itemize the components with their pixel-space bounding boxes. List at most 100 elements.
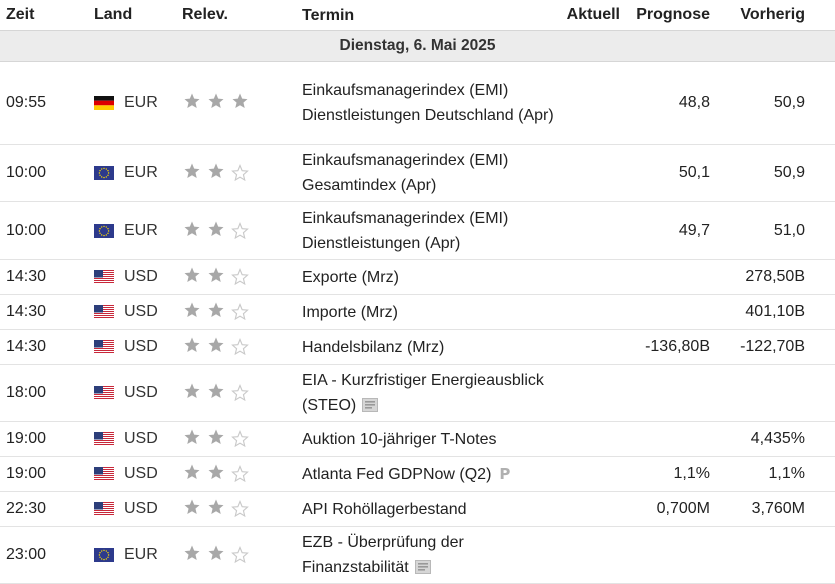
header-previous[interactable]: Vorherig [710, 6, 823, 24]
table-row[interactable]: 22:30 USD API Rohöllagerbestand 0,700M 3,760… [0, 492, 835, 527]
star-filled-icon [180, 463, 204, 485]
star-filled-icon [204, 220, 228, 242]
event-country: USD [90, 500, 180, 518]
event-name[interactable]: Handelsbilanz (Mrz) [300, 335, 555, 360]
event-country: EUR [90, 546, 180, 564]
us-flag-icon [94, 502, 114, 516]
star-filled-icon [204, 382, 228, 404]
table-row[interactable]: 09:55 EUR Einkaufsmanagerindex (EMI) Diens… [0, 62, 835, 145]
document-icon [362, 395, 379, 412]
table-row[interactable]: 19:00 USD Auktion 10-jähriger T-Notes 4,435… [0, 422, 835, 457]
event-time: 10:00 [6, 221, 47, 239]
event-currency: USD [124, 303, 158, 320]
event-currency: USD [124, 500, 158, 517]
relevance-rating [180, 498, 300, 520]
table-row[interactable]: 14:30 USD Exporte (Mrz) 278,50B [0, 260, 835, 295]
event-name[interactable]: EZB - Überprüfung der Finanzstabilität [300, 530, 555, 580]
event-name[interactable]: Einkaufsmanagerindex (EMI) Dienstleistun… [300, 206, 555, 256]
event-name[interactable]: Exporte (Mrz) [300, 265, 555, 290]
star-filled-icon [204, 544, 228, 566]
star-filled-icon [180, 336, 204, 358]
event-time: 14:30 [6, 338, 47, 355]
event-time: 19:00 [6, 465, 47, 482]
us-flag-icon [94, 340, 114, 354]
table-row[interactable]: 10:00 EUR Einkaufsmanagerindex (EMI) Gesam… [0, 145, 835, 202]
event-country: USD [90, 338, 180, 356]
event-name-text[interactable]: Einkaufsmanagerindex (EMI) Dienstleistun… [302, 210, 508, 252]
event-currency: EUR [124, 546, 158, 563]
event-forecast: 49,7 [678, 221, 710, 239]
relevance-rating [180, 544, 300, 566]
star-filled-icon [180, 544, 204, 566]
us-flag-icon [94, 432, 114, 446]
header-event[interactable]: Termin [300, 3, 555, 28]
event-name-text[interactable]: Atlanta Fed GDPNow (Q2) [302, 466, 491, 483]
relevance-rating [180, 162, 300, 184]
star-filled-icon [180, 220, 204, 242]
eu-flag-icon [94, 548, 114, 562]
event-name-text[interactable]: EZB - Überprüfung der Finanzstabilität [302, 534, 464, 576]
star-filled-icon [204, 301, 228, 323]
table-row[interactable]: 10:00 EUR Einkaufsmanagerindex (EMI) Diens… [0, 202, 835, 260]
event-name-text[interactable]: Exporte (Mrz) [302, 269, 399, 286]
event-country: USD [90, 303, 180, 321]
header-actual[interactable]: Aktuell [555, 6, 620, 24]
header-time[interactable]: Zeit [0, 6, 90, 24]
event-time: 14:30 [6, 268, 47, 285]
star-empty-icon [228, 382, 252, 404]
star-filled-icon [228, 92, 252, 114]
header-forecast[interactable]: Prognose [620, 6, 710, 24]
event-previous: 50,9 [773, 94, 805, 111]
event-time: 09:55 [6, 94, 47, 111]
star-empty-icon [228, 301, 252, 323]
star-empty-icon [228, 220, 252, 242]
event-time: 18:00 [6, 384, 47, 401]
event-name-text[interactable]: EIA - Kurzfristiger Energieausblick (STE… [302, 372, 544, 414]
table-row[interactable]: 18:00 USD EIA - Kurzfristiger Energieausbl… [0, 365, 835, 422]
star-empty-icon [228, 162, 252, 184]
header-relevance[interactable]: Relev. [180, 6, 300, 24]
event-name-text[interactable]: API Rohöllagerbestand [302, 501, 467, 518]
event-name-text[interactable]: Einkaufsmanagerindex (EMI) Gesamtindex (… [302, 152, 508, 194]
event-name-text[interactable]: Auktion 10-jähriger T-Notes [302, 431, 496, 448]
event-name[interactable]: Einkaufsmanagerindex (EMI) Dienstleistun… [300, 78, 555, 128]
event-currency: USD [124, 384, 158, 401]
us-flag-icon [94, 270, 114, 284]
us-flag-icon [94, 305, 114, 319]
event-name[interactable]: API Rohöllagerbestand [300, 497, 555, 522]
event-currency: USD [124, 268, 158, 285]
event-previous: 1,1% [768, 465, 805, 482]
star-filled-icon [180, 301, 204, 323]
event-name-text[interactable]: Einkaufsmanagerindex (EMI) Dienstleistun… [302, 82, 554, 124]
relevance-rating [180, 220, 300, 242]
header-land[interactable]: Land [90, 6, 180, 24]
event-country: USD [90, 384, 180, 402]
event-name[interactable]: Auktion 10-jähriger T-Notes [300, 427, 555, 452]
table-row[interactable]: 14:30 USD Importe (Mrz) 401,10B [0, 295, 835, 330]
table-row[interactable]: 19:00 USD Atlanta Fed GDPNow (Q2) P 1,1% 1,1% [0, 457, 835, 492]
event-currency: USD [124, 465, 158, 482]
event-previous: -122,70B [740, 338, 805, 355]
relevance-rating [180, 266, 300, 288]
event-currency: USD [124, 430, 158, 447]
event-previous: 3,760M [751, 500, 805, 517]
table-row[interactable]: 14:30 USD Handelsbilanz (Mrz) -136,80B -122,… [0, 330, 835, 365]
relevance-rating [180, 463, 300, 485]
event-country: USD [90, 465, 180, 483]
star-filled-icon [204, 266, 228, 288]
star-filled-icon [180, 382, 204, 404]
star-empty-icon [228, 498, 252, 520]
event-name-text[interactable]: Importe (Mrz) [302, 304, 398, 321]
star-filled-icon [180, 498, 204, 520]
event-currency: EUR [124, 221, 158, 239]
preliminary-p-icon: P [499, 464, 511, 483]
event-forecast: 48,8 [678, 94, 710, 111]
event-name[interactable]: Importe (Mrz) [300, 300, 555, 325]
event-name[interactable]: EIA - Kurzfristiger Energieausblick (STE… [300, 368, 555, 418]
event-name[interactable]: Einkaufsmanagerindex (EMI) Gesamtindex (… [300, 148, 555, 198]
table-row[interactable]: 23:00 EUR EZB - Überprüfung der Finanzstab… [0, 527, 835, 584]
star-empty-icon [228, 336, 252, 358]
event-name[interactable]: Atlanta Fed GDPNow (Q2) P [300, 462, 555, 487]
star-filled-icon [180, 92, 204, 114]
event-name-text[interactable]: Handelsbilanz (Mrz) [302, 339, 444, 356]
